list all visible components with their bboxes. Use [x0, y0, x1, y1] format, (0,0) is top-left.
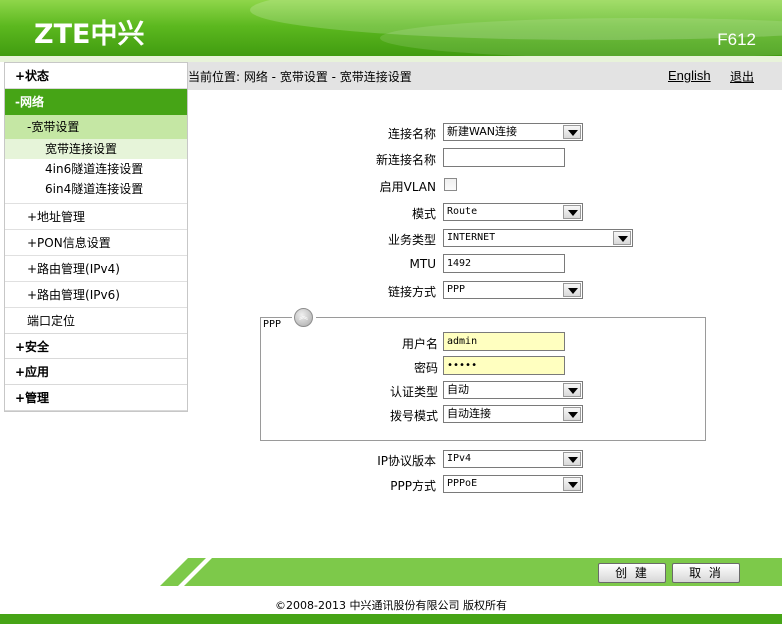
ppp-mode-value: PPPoE: [447, 478, 478, 489]
conn-name-select[interactable]: 新建WAN连接: [443, 123, 583, 141]
mode-label: 模式: [411, 207, 436, 221]
chevron-down-icon: [563, 383, 581, 397]
dial-mode-label: 拨号模式: [389, 409, 438, 423]
dial-mode-value: 自动连接: [447, 407, 491, 420]
chevron-down-icon: [563, 407, 581, 421]
service-type-value: INTERNET: [447, 232, 496, 243]
ip-version-select[interactable]: IPv4: [443, 450, 583, 468]
collapse-icon[interactable]: ︽: [294, 308, 313, 327]
mtu-input[interactable]: 1492: [443, 254, 565, 273]
mode-select[interactable]: Route: [443, 203, 583, 221]
sidebar-item-management[interactable]: +管理: [5, 385, 187, 411]
service-type-select[interactable]: INTERNET: [443, 229, 633, 247]
ppp-legend: PPP: [262, 319, 283, 330]
conn-name-label: 连接名称: [387, 127, 436, 141]
auth-type-select[interactable]: 自动: [443, 381, 583, 399]
english-link[interactable]: English: [668, 68, 711, 83]
conn-name-value: 新建WAN连接: [447, 125, 518, 138]
sidebar-item-6in4-tunnel[interactable]: 6in4隧道连接设置: [5, 179, 187, 199]
ppp-mode-select[interactable]: PPPoE: [443, 475, 583, 493]
password-label: 密码: [413, 361, 438, 375]
breadcrumb-bar: 当前位置: 网络 - 宽带设置 - 宽带连接设置 English 退出: [188, 62, 782, 90]
sidebar-item-port-locate[interactable]: 端口定位: [5, 307, 187, 333]
service-type-label: 业务类型: [387, 233, 436, 247]
username-input[interactable]: admin: [443, 332, 565, 351]
footer-strip: [0, 614, 782, 624]
copyright-text: ©2008-2013 中兴通讯股份有限公司 版权所有: [275, 599, 507, 612]
chevron-down-icon: [613, 231, 631, 245]
dial-mode-select[interactable]: 自动连接: [443, 405, 583, 423]
sidebar-item-network[interactable]: -网络: [5, 89, 187, 115]
sidebar-item-pon-info[interactable]: +PON信息设置: [5, 229, 187, 255]
enable-vlan-checkbox[interactable]: [444, 178, 457, 191]
link-type-label: 链接方式: [387, 285, 436, 299]
ip-version-label: IP协议版本: [377, 454, 436, 468]
link-type-select[interactable]: PPP: [443, 281, 583, 299]
auth-type-label: 认证类型: [389, 385, 438, 399]
sidebar-item-broadband-connection[interactable]: 宽带连接设置: [5, 139, 187, 159]
sidebar-item-label: -宽带设置: [27, 120, 80, 134]
sidebar-item-application[interactable]: +应用: [5, 359, 187, 385]
sidebar-item-route-ipv4[interactable]: +路由管理(IPv4): [5, 255, 187, 281]
new-conn-name-input[interactable]: [443, 148, 565, 167]
chevron-down-icon: [563, 205, 581, 219]
sidebar-item-route-ipv6[interactable]: +路由管理(IPv6): [5, 281, 187, 307]
zte-logo: ZTE中兴: [34, 19, 145, 50]
auth-type-value: 自动: [447, 383, 469, 396]
create-button[interactable]: 创 建: [598, 563, 666, 583]
sidebar-item-label: -网络: [15, 95, 44, 109]
ppp-mode-label: PPP方式: [390, 479, 436, 493]
ip-version-value: IPv4: [447, 453, 472, 464]
link-type-value: PPP: [447, 284, 466, 295]
chevron-down-icon: [563, 283, 581, 297]
password-input[interactable]: •••••: [443, 356, 565, 375]
chevron-down-icon: [563, 477, 581, 491]
mtu-label: MTU: [409, 257, 436, 271]
sidebar-item-broadband[interactable]: -宽带设置: [5, 115, 187, 139]
breadcrumb: 当前位置: 网络 - 宽带设置 - 宽带连接设置: [188, 70, 412, 84]
logout-link[interactable]: 退出: [730, 68, 754, 85]
sidebar-item-4in6-tunnel[interactable]: 4in6隧道连接设置: [5, 159, 187, 179]
top-banner: ZTE中兴 F612: [0, 0, 782, 58]
enable-vlan-label: 启用VLAN: [379, 180, 436, 194]
cancel-button[interactable]: 取 消: [672, 563, 740, 583]
sidebar-menu: +状态 -网络 -宽带设置 宽带连接设置 4in6隧道连接设置 6in4隧道连接…: [4, 62, 188, 412]
chevron-down-icon: [563, 125, 581, 139]
sidebar-item-security[interactable]: +安全: [5, 333, 187, 359]
mode-value: Route: [447, 206, 478, 217]
username-label: 用户名: [401, 337, 438, 351]
sidebar-item-label: +状态: [15, 69, 50, 83]
device-model: F612: [717, 30, 756, 49]
sidebar-item-address-management[interactable]: +地址管理: [5, 203, 187, 229]
new-conn-name-label: 新连接名称: [375, 153, 436, 167]
sidebar-item-status[interactable]: +状态: [5, 63, 187, 89]
chevron-down-icon: [563, 452, 581, 466]
